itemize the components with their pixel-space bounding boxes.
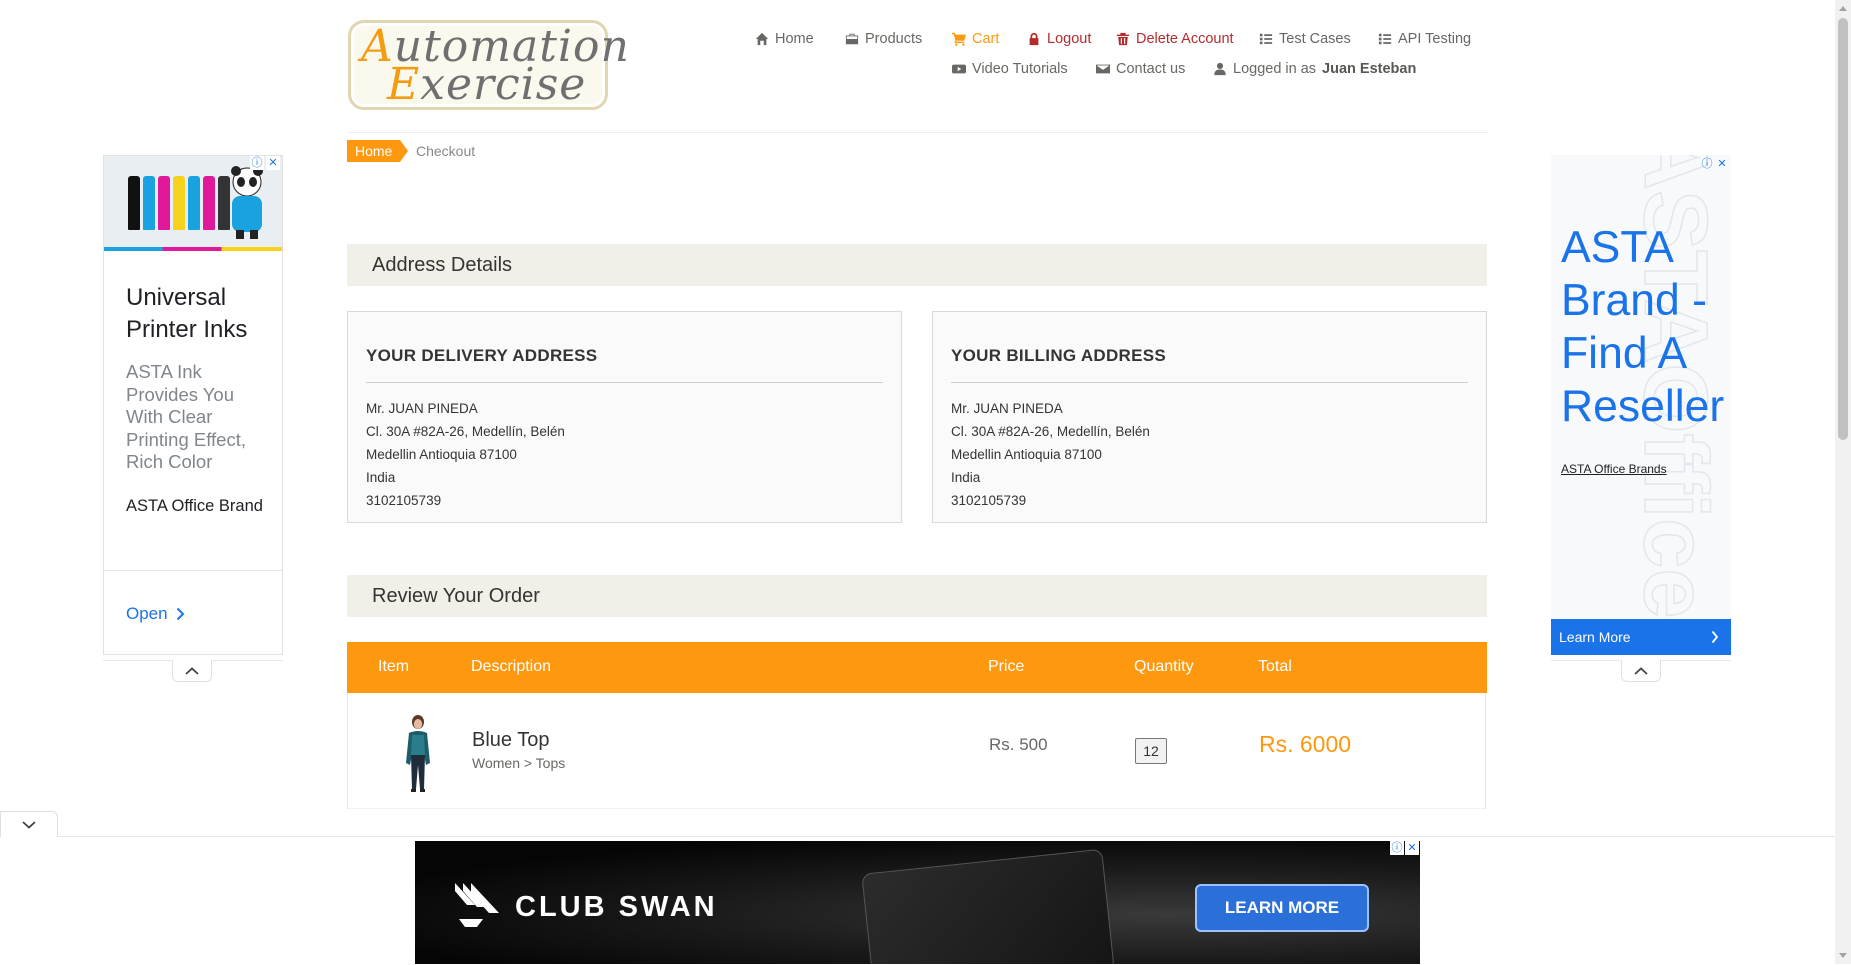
review-order-heading: Review Your Order (347, 575, 1487, 617)
product-category: Women > Tops (472, 755, 566, 771)
billing-country: India (951, 470, 981, 485)
delivery-country: India (366, 470, 396, 485)
site-logo[interactable]: Automation Exercise (348, 20, 629, 110)
billing-address-box: YOUR BILLING ADDRESS Mr. JUAN PINEDA Cl.… (932, 311, 1487, 523)
billing-name: Mr. JUAN PINEDA (951, 401, 1063, 416)
ad-description: ASTA Ink Provides You With Clear Printin… (126, 361, 246, 472)
nav-video-tutorials[interactable]: Video Tutorials (952, 61, 1068, 77)
right-ad[interactable]: ASTAOffice ⓘ ✕ ASTA Brand - Find A Resel… (1551, 155, 1731, 655)
ad-divider (104, 570, 282, 571)
order-table-header: Item Description Price Quantity Total (347, 642, 1487, 693)
chevron-right-icon (1711, 630, 1719, 644)
panda-mascot-icon (231, 166, 263, 239)
ad-brand-name: CLUB SWAN (515, 891, 718, 923)
shopping-cart-icon (952, 32, 966, 46)
envelope-icon (1096, 64, 1110, 74)
delivery-address-box: YOUR DELIVERY ADDRESS Mr. JUAN PINEDA Cl… (347, 311, 902, 523)
product-total: Rs. 6000 (1259, 731, 1352, 757)
ad-advertiser[interactable]: ASTA Office Brands (1561, 462, 1667, 476)
chevron-right-icon (176, 607, 185, 621)
product-price: Rs. 500 (989, 735, 1048, 754)
ad-credit-card-image (861, 848, 1115, 964)
billing-address-heading: YOUR BILLING ADDRESS (951, 346, 1468, 383)
nav-cart[interactable]: Cart (952, 31, 999, 47)
ad-learn-more-button[interactable]: LEARN MORE (1195, 884, 1369, 932)
product-image[interactable] (397, 713, 439, 793)
column-description: Description (471, 658, 552, 675)
bottom-ad[interactable]: CLUB SWAN LEARN MORE ⓘ ✕ (415, 841, 1420, 964)
address-details-heading: Address Details (347, 244, 1487, 286)
nav-logout[interactable]: Logout (1027, 31, 1091, 47)
billing-address-line: Cl. 30A #82A-26, Medellín, Belén (951, 424, 1150, 439)
column-total: Total (1258, 658, 1292, 675)
column-price: Price (988, 658, 1025, 675)
billing-city-state-zip: Medellin Antioquia 87100 (951, 447, 1102, 462)
scrollbar-thumb[interactable] (1838, 18, 1848, 440)
right-ad-collapse-button[interactable] (1621, 660, 1661, 682)
nav-contact-us[interactable]: Contact us (1096, 61, 1185, 77)
table-row: Blue Top Women > Tops Rs. 500 12 Rs. 600… (347, 693, 1486, 809)
ad-banner-image (104, 156, 282, 251)
ad-close-icon[interactable]: ✕ (266, 156, 280, 170)
youtube-play-icon (952, 64, 966, 74)
logged-in-username: Juan Esteban (1322, 61, 1417, 77)
ad-close-icon[interactable]: ✕ (1405, 841, 1419, 855)
header-divider (348, 132, 1488, 133)
product-name[interactable]: Blue Top (472, 729, 549, 752)
nav-api-testing[interactable]: API Testing (1378, 31, 1471, 47)
delivery-address-line: Cl. 30A #82A-26, Medellín, Belén (366, 424, 565, 439)
club-swan-logo-icon (455, 883, 499, 927)
list-icon (1259, 33, 1273, 45)
nav-delete-account[interactable]: Delete Account (1116, 31, 1234, 47)
delivery-phone: 3102105739 (366, 493, 442, 508)
scroll-up-arrow-icon[interactable] (1839, 6, 1847, 11)
breadcrumb-home[interactable]: Home (347, 140, 409, 162)
chevron-up-icon (1634, 666, 1648, 675)
ad-headline[interactable]: ASTA Brand - Find A Reseller (1561, 221, 1731, 433)
lock-icon (1029, 32, 1039, 46)
delivery-address-heading: YOUR DELIVERY ADDRESS (366, 346, 883, 383)
row-divider (348, 808, 1485, 809)
column-item: Item (378, 658, 410, 675)
ad-brand: ASTA Office Brand (126, 497, 263, 515)
ad-info-icon[interactable]: ⓘ (1390, 841, 1404, 855)
list-icon (1378, 33, 1392, 45)
trash-icon (1116, 32, 1130, 46)
scroll-down-arrow-icon[interactable] (1839, 953, 1847, 958)
user-icon (1214, 62, 1226, 76)
left-ad-collapse-button[interactable] (172, 660, 212, 682)
logo-line-2: Exercise (387, 59, 587, 110)
ad-info-icon[interactable]: ⓘ (1700, 157, 1714, 171)
chevron-down-icon (22, 820, 36, 829)
ad-learn-more-button[interactable]: Learn More (1551, 619, 1731, 655)
delivery-city-state-zip: Medellin Antioquia 87100 (366, 447, 517, 462)
chevron-up-icon (185, 666, 199, 675)
delivery-name: Mr. JUAN PINEDA (366, 401, 478, 416)
nav-products[interactable]: Products (845, 31, 922, 47)
nav-test-cases[interactable]: Test Cases (1259, 31, 1351, 47)
anchor-ad-collapse-button[interactable] (0, 811, 58, 837)
product-quantity: 12 (1135, 738, 1167, 764)
page-scrollbar[interactable] (1835, 0, 1851, 964)
column-quantity: Quantity (1134, 658, 1194, 675)
ad-info-icon[interactable]: ⓘ (250, 156, 264, 170)
ad-title[interactable]: Universal Printer Inks (126, 282, 266, 346)
nav-logged-in-user: Logged in as Juan Esteban (1213, 61, 1416, 77)
breadcrumb-current: Checkout (416, 143, 476, 159)
left-ad[interactable]: ⓘ ✕ Universal Printer Inks ASTA Ink Prov… (103, 155, 283, 655)
home-icon (755, 32, 769, 46)
nav-home[interactable]: Home (755, 31, 814, 47)
ad-close-icon[interactable]: ✕ (1715, 157, 1729, 171)
briefcase-icon (845, 33, 859, 45)
billing-phone: 3102105739 (951, 493, 1027, 508)
ad-open-button[interactable]: Open (126, 604, 185, 624)
